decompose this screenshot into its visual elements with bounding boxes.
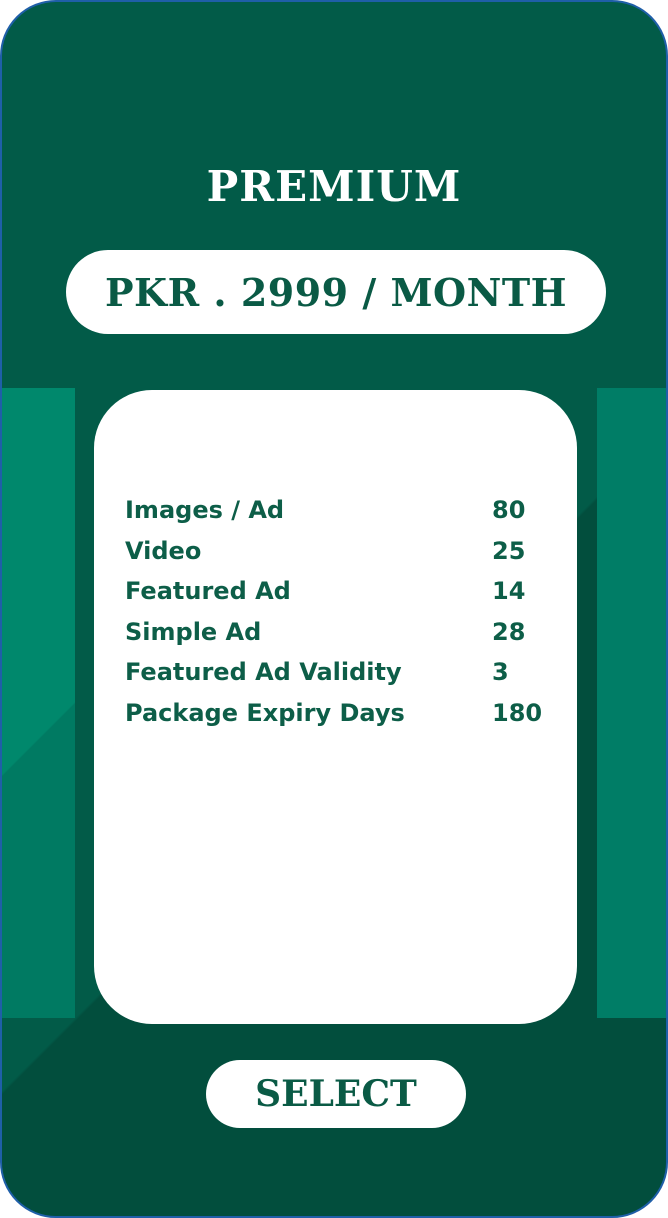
premium-plan-card: PREMIUM PKR . 2999 / MONTH Images / Ad 8… xyxy=(0,0,668,1218)
plan-title: PREMIUM xyxy=(206,162,462,211)
feature-value: 180 xyxy=(492,698,543,727)
features-list: Images / Ad 80 Video 25 Featured Ad 14 S… xyxy=(125,490,555,733)
feature-label: Simple Ad xyxy=(125,617,262,646)
price-label: PKR . 2999 / MONTH xyxy=(104,269,568,315)
feature-row-package-expiry-days: Package Expiry Days 180 xyxy=(125,693,555,734)
feature-label: Featured Ad Validity xyxy=(125,658,402,687)
feature-label: Package Expiry Days xyxy=(125,698,405,727)
feature-value: 3 xyxy=(492,658,509,687)
feature-row-featured-ad: Featured Ad 14 xyxy=(125,571,555,612)
feature-value: 28 xyxy=(492,617,526,646)
select-button[interactable]: SELECT xyxy=(206,1060,466,1128)
price-pill: PKR . 2999 / MONTH xyxy=(66,250,606,334)
feature-value: 14 xyxy=(492,577,526,606)
feature-label: Featured Ad xyxy=(125,577,291,606)
feature-label: Video xyxy=(125,536,202,565)
feature-row-simple-ad: Simple Ad 28 xyxy=(125,612,555,653)
right-accent-band xyxy=(597,388,666,1018)
select-button-label: SELECT xyxy=(255,1073,417,1115)
feature-value: 25 xyxy=(492,536,526,565)
left-accent-band xyxy=(2,388,75,1018)
feature-row-images-per-ad: Images / Ad 80 xyxy=(125,490,555,531)
feature-row-video: Video 25 xyxy=(125,531,555,572)
feature-value: 80 xyxy=(492,496,526,525)
feature-label: Images / Ad xyxy=(125,496,285,525)
feature-row-featured-ad-validity: Featured Ad Validity 3 xyxy=(125,652,555,693)
features-panel: Images / Ad 80 Video 25 Featured Ad 14 S… xyxy=(94,390,577,1024)
